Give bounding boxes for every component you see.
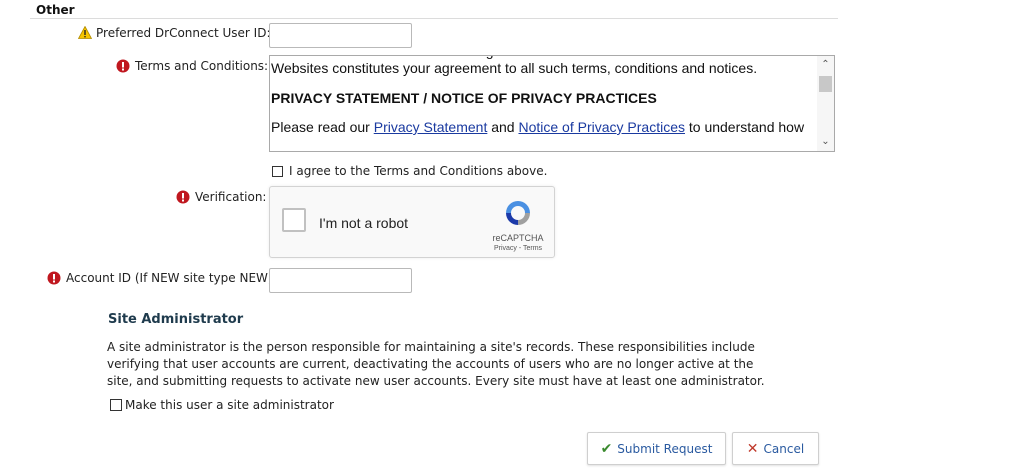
scroll-thumb[interactable] bbox=[819, 76, 832, 92]
terms-content: these terms and conditions on a regular … bbox=[271, 56, 815, 149]
privacy-practices-link[interactable]: Notice of Privacy Practices bbox=[518, 119, 685, 135]
account-id-input[interactable] bbox=[269, 268, 412, 293]
privacy-heading: PRIVACY STATEMENT / NOTICE OF PRIVACY PR… bbox=[271, 90, 657, 106]
account-id-label: Account ID (If NEW site type NEW): bbox=[66, 271, 277, 285]
terms-scroll-box[interactable]: these terms and conditions on a regular … bbox=[269, 55, 835, 152]
cancel-label: Cancel bbox=[763, 441, 805, 456]
verification-label-row: Verification: bbox=[176, 190, 266, 204]
submit-request-button[interactable]: ✔ Submit Request bbox=[587, 432, 726, 465]
verification-label: Verification: bbox=[195, 190, 267, 204]
recaptcha-logo-icon bbox=[502, 197, 534, 229]
account-id-label-row: Account ID (If NEW site type NEW): bbox=[47, 271, 277, 285]
recaptcha-brand: reCAPTCHA bbox=[492, 233, 544, 243]
terms-label-row: Terms and Conditions: bbox=[116, 59, 268, 73]
recaptcha-widget: I'm not a robot reCAPTCHA Privacy - Term… bbox=[269, 186, 555, 258]
recaptcha-label: I'm not a robot bbox=[319, 215, 409, 231]
warning-icon bbox=[77, 25, 93, 39]
terms-label: Terms and Conditions: bbox=[135, 59, 269, 73]
site-admin-title: Site Administrator bbox=[108, 312, 244, 327]
agree-checkbox[interactable] bbox=[272, 166, 283, 177]
privacy-statement-link[interactable]: Privacy Statement bbox=[374, 119, 488, 135]
agree-row[interactable]: I agree to the Terms and Conditions abov… bbox=[272, 164, 547, 178]
check-icon: ✔ bbox=[600, 440, 613, 457]
site-admin-checkbox-label: Make this user a site administrator bbox=[125, 398, 334, 412]
site-admin-description: A site administrator is the person respo… bbox=[107, 340, 765, 388]
drconnect-id-input[interactable] bbox=[269, 23, 412, 48]
scroll-up-icon[interactable]: ⌃ bbox=[817, 58, 834, 72]
submit-request-label: Submit Request bbox=[617, 441, 713, 456]
recaptcha-checkbox[interactable] bbox=[282, 208, 306, 232]
site-admin-checkbox[interactable] bbox=[110, 399, 122, 411]
recaptcha-links[interactable]: Privacy - Terms bbox=[482, 245, 554, 252]
cancel-button[interactable]: ✕ Cancel bbox=[732, 432, 819, 465]
terms-scrollbar[interactable]: ⌃ ⌄ bbox=[817, 56, 834, 151]
section-divider bbox=[30, 18, 838, 19]
scroll-down-icon[interactable]: ⌄ bbox=[817, 135, 834, 149]
section-title: Other bbox=[36, 3, 75, 17]
required-icon bbox=[176, 190, 190, 204]
agree-label: I agree to the Terms and Conditions abov… bbox=[289, 164, 548, 178]
terms-paragraph: these terms and conditions on a regular … bbox=[271, 56, 773, 76]
site-admin-checkbox-row[interactable]: Make this user a site administrator bbox=[110, 398, 334, 412]
required-icon bbox=[116, 59, 130, 73]
privacy-paragraph: Please read our Privacy Statement and No… bbox=[271, 119, 805, 135]
drconnect-id-label-row: Preferred DrConnect User ID: bbox=[77, 25, 271, 40]
close-icon: ✕ bbox=[746, 440, 759, 457]
drconnect-id-label: Preferred DrConnect User ID: bbox=[96, 26, 271, 40]
required-icon bbox=[47, 271, 61, 285]
